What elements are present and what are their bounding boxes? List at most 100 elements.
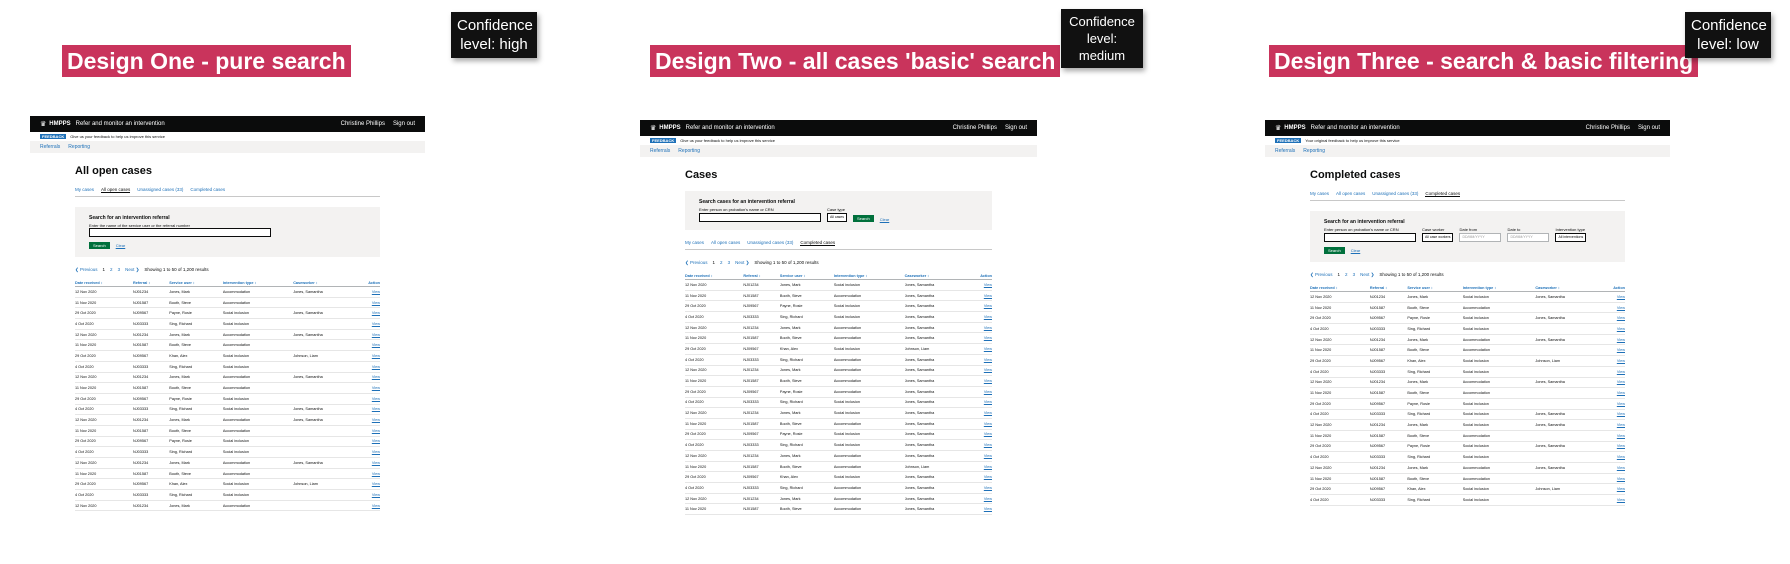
view-link[interactable]: View — [1599, 494, 1625, 506]
next-link[interactable]: Next ❯ — [125, 267, 139, 273]
nav-item-0[interactable]: Referrals — [650, 148, 670, 154]
page-link-3[interactable]: 3 — [728, 260, 731, 266]
column-header[interactable]: Referral ↕ — [743, 272, 780, 280]
view-link[interactable]: View — [355, 414, 380, 426]
view-link[interactable]: View — [967, 461, 992, 473]
brand-logo[interactable]: HMPPS — [659, 125, 680, 131]
nav-item-0[interactable]: Referrals — [1275, 148, 1295, 154]
view-link[interactable]: View — [355, 393, 380, 405]
column-header[interactable]: Intervention type ↕ — [1462, 284, 1536, 292]
view-link[interactable]: View — [967, 300, 992, 313]
view-link[interactable]: View — [1599, 377, 1625, 389]
nav-item-0[interactable]: Referrals — [40, 144, 60, 150]
view-link[interactable]: View — [967, 397, 992, 409]
view-link[interactable]: View — [355, 457, 380, 469]
page-link-3[interactable]: 3 — [118, 267, 121, 273]
column-header[interactable]: Intervention type ↕ — [222, 279, 294, 287]
column-header[interactable]: Action — [967, 272, 992, 280]
tab-2[interactable]: Unassigned cases (33) — [747, 240, 793, 246]
nav-item-1[interactable]: Reporting — [1303, 148, 1325, 154]
tab-1[interactable]: All open cases — [1336, 191, 1365, 197]
feedback-text[interactable]: Your original feedback to help us improv… — [1305, 138, 1399, 143]
view-link[interactable]: View — [967, 503, 992, 516]
view-link[interactable]: View — [1599, 419, 1625, 431]
column-header[interactable]: Service user ↕ — [779, 272, 834, 280]
column-header[interactable]: Caseworker ↕ — [293, 279, 356, 287]
view-link[interactable]: View — [1599, 291, 1625, 303]
view-link[interactable]: View — [967, 365, 992, 377]
view-link[interactable]: View — [967, 450, 992, 462]
view-link[interactable]: View — [1599, 483, 1625, 496]
view-link[interactable]: View — [355, 500, 380, 512]
search-button[interactable]: Search — [853, 215, 874, 222]
view-link[interactable]: View — [967, 439, 992, 451]
view-link[interactable]: View — [355, 436, 380, 448]
page-link-2[interactable]: 2 — [1345, 272, 1348, 278]
view-link[interactable]: View — [355, 382, 380, 394]
clear-link[interactable]: Clear — [880, 217, 890, 222]
service-name[interactable]: Refer and monitor an intervention — [686, 125, 775, 131]
view-link[interactable]: View — [967, 482, 992, 494]
column-header[interactable]: Service user ↕ — [169, 279, 223, 287]
column-header[interactable]: Service user ↕ — [1407, 284, 1463, 292]
view-link[interactable]: View — [967, 343, 992, 355]
view-link[interactable]: View — [355, 318, 380, 330]
tab-3[interactable]: Completed cases — [190, 187, 225, 193]
column-header[interactable]: Caseworker ↕ — [904, 272, 968, 280]
tab-0[interactable]: My cases — [1310, 191, 1329, 197]
clear-link[interactable]: Clear — [116, 243, 126, 248]
view-link[interactable]: View — [355, 468, 380, 480]
caseworker-select[interactable]: All case workers — [1422, 233, 1454, 242]
view-link[interactable]: View — [967, 290, 992, 302]
view-link[interactable]: View — [355, 404, 380, 416]
case-type-select[interactable]: All cases — [827, 213, 848, 222]
view-link[interactable]: View — [1599, 430, 1625, 442]
view-link[interactable]: View — [967, 322, 992, 334]
feedback-text[interactable]: Give us your feedback to help us improve… — [70, 134, 165, 139]
view-link[interactable]: View — [967, 354, 992, 366]
tab-1[interactable]: All open cases — [101, 187, 131, 193]
view-link[interactable]: View — [967, 407, 992, 419]
tab-2[interactable]: Unassigned cases (33) — [137, 187, 183, 193]
tab-1[interactable]: All open cases — [711, 240, 740, 246]
service-name[interactable]: Refer and monitor an intervention — [1311, 125, 1400, 131]
view-link[interactable]: View — [355, 297, 380, 309]
service-name[interactable]: Refer and monitor an intervention — [76, 121, 165, 127]
page-link-2[interactable]: 2 — [720, 260, 723, 266]
date-from-input[interactable]: DD/MM/YYYY — [1459, 233, 1502, 242]
view-link[interactable]: View — [355, 339, 380, 352]
view-link[interactable]: View — [967, 429, 992, 441]
column-header[interactable]: Referral ↕ — [132, 279, 170, 287]
view-link[interactable]: View — [355, 329, 380, 341]
search-input[interactable] — [1324, 233, 1416, 242]
page-link-3[interactable]: 3 — [1353, 272, 1356, 278]
search-input[interactable] — [89, 228, 272, 237]
view-link[interactable]: View — [1599, 312, 1625, 325]
previous-link[interactable]: ❮ Previous — [1310, 272, 1333, 278]
view-link[interactable]: View — [1599, 387, 1625, 399]
brand-logo[interactable]: HMPPS — [49, 121, 70, 127]
view-link[interactable]: View — [1599, 441, 1625, 453]
tab-2[interactable]: Unassigned cases (33) — [1372, 191, 1418, 197]
view-link[interactable]: View — [1599, 355, 1625, 367]
page-link-1[interactable]: 1 — [1338, 272, 1341, 278]
column-header[interactable]: Intervention type ↕ — [833, 272, 905, 280]
view-link[interactable]: View — [355, 361, 380, 373]
next-link[interactable]: Next ❯ — [735, 260, 749, 266]
view-link[interactable]: View — [1599, 323, 1625, 335]
view-link[interactable]: View — [967, 493, 992, 505]
search-button[interactable]: Search — [89, 242, 110, 249]
view-link[interactable]: View — [1599, 473, 1625, 485]
view-link[interactable]: View — [355, 372, 380, 384]
view-link[interactable]: View — [355, 478, 380, 491]
brand-logo[interactable]: HMPPS — [1284, 125, 1305, 131]
page-link-2[interactable]: 2 — [110, 267, 113, 273]
tab-3[interactable]: Completed cases — [800, 240, 836, 246]
view-link[interactable]: View — [967, 332, 992, 345]
tab-3[interactable]: Completed cases — [1425, 191, 1461, 197]
previous-link[interactable]: ❮ Previous — [685, 260, 708, 266]
view-link[interactable]: View — [967, 418, 992, 430]
view-link[interactable]: View — [1599, 462, 1625, 474]
view-link[interactable]: View — [967, 279, 992, 291]
nav-item-1[interactable]: Reporting — [678, 148, 700, 154]
